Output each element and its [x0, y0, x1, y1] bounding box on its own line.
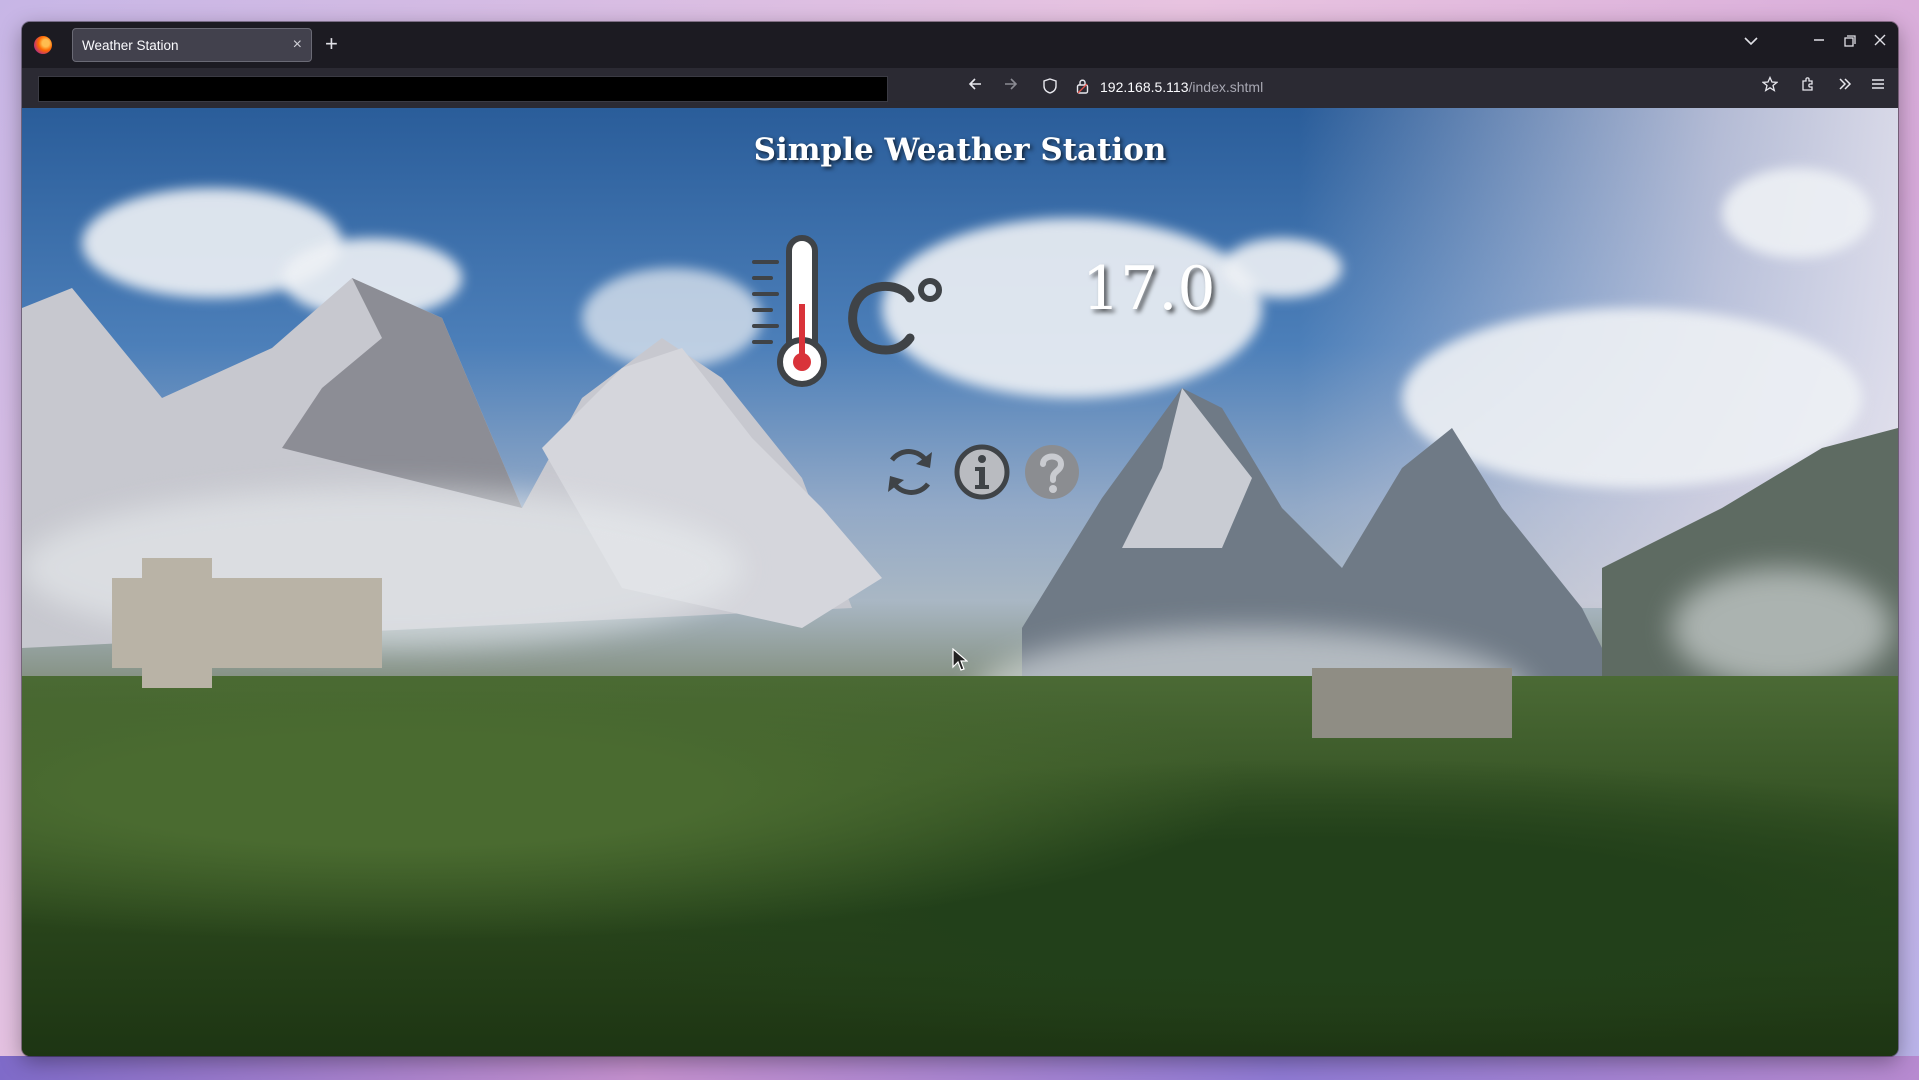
celsius-icon — [848, 278, 942, 355]
forest — [22, 676, 1898, 1056]
url-host: 192.168.5.113 — [1100, 79, 1189, 95]
bookmark-star-button[interactable] — [1761, 75, 1779, 97]
new-tab-button[interactable]: + — [325, 30, 338, 58]
url-path: /index.shtml — [1188, 79, 1264, 95]
tab-title: Weather Station — [82, 38, 179, 53]
list-all-tabs-button[interactable] — [1744, 33, 1758, 49]
url-bar[interactable]: 192.168.5.113/index.shtml — [1100, 79, 1263, 95]
app-menu-button[interactable] — [1870, 76, 1886, 97]
forward-button[interactable] — [1003, 76, 1019, 97]
hamburger-menu-icon — [1872, 79, 1884, 89]
info-icon[interactable] — [952, 442, 1012, 502]
help-icon[interactable] — [1022, 442, 1082, 502]
minimize-button[interactable] — [1813, 32, 1825, 52]
browser-window: Weather Station × + 192.168.5.113/index.… — [22, 22, 1898, 1056]
ruins — [1312, 668, 1512, 738]
castle-tower — [142, 558, 212, 688]
lock-icon[interactable] — [1076, 78, 1089, 94]
star-icon — [1761, 75, 1779, 92]
arrow-left-icon — [968, 78, 981, 90]
restore-button[interactable] — [1844, 33, 1856, 53]
page-title: Simple Weather Station — [753, 132, 1167, 168]
extensions-button[interactable] — [1800, 76, 1816, 97]
refresh-icon[interactable] — [880, 442, 940, 502]
desktop-wallpaper — [0, 1056, 1919, 1080]
close-icon — [1874, 34, 1886, 46]
redacted-area — [38, 76, 888, 102]
close-window-button[interactable] — [1874, 32, 1886, 52]
back-button[interactable] — [967, 76, 983, 97]
mist — [1672, 568, 1892, 688]
page-viewport: Simple Weather Station 17.0 — [22, 108, 1898, 1056]
restore-icon — [1844, 35, 1856, 47]
firefox-logo-icon — [34, 36, 52, 54]
puzzle-icon — [1802, 77, 1813, 91]
more-tools-button[interactable] — [1837, 76, 1853, 97]
chevron-down-icon — [1744, 37, 1758, 46]
mouse-cursor-icon — [952, 648, 968, 671]
tab-weather-station[interactable]: Weather Station × — [72, 28, 312, 62]
double-chevron-right-icon — [1839, 78, 1852, 90]
navigation-bar: 192.168.5.113/index.shtml — [22, 68, 1898, 108]
cloud — [1722, 168, 1872, 258]
tab-close-icon[interactable]: × — [293, 36, 302, 54]
arrow-right-icon — [1005, 78, 1018, 90]
temperature-value: 17.0 — [1082, 254, 1216, 324]
minimize-icon — [1814, 39, 1824, 41]
tab-strip: Weather Station × + — [22, 22, 1898, 68]
tracking-protection-shield-icon[interactable] — [1043, 78, 1057, 94]
